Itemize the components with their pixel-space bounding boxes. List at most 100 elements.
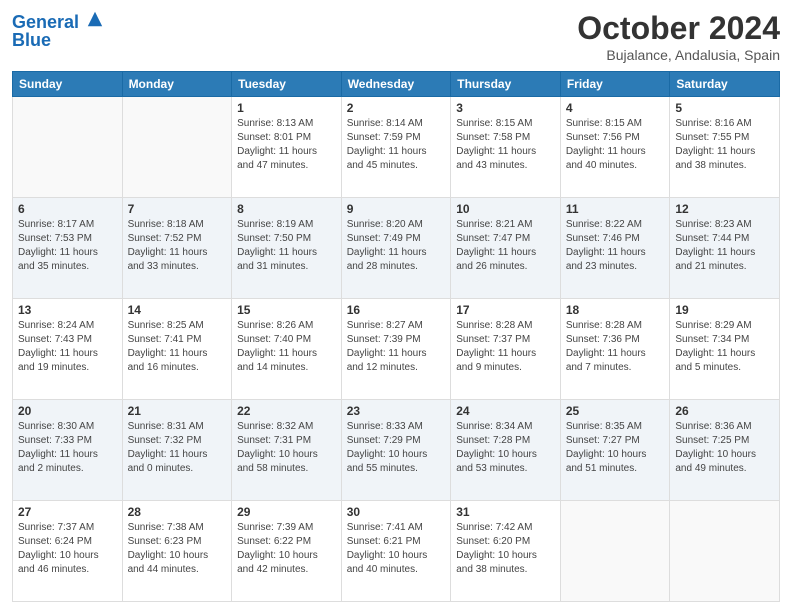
calendar-cell [122, 97, 232, 198]
day-number: 13 [18, 303, 117, 317]
day-number: 9 [347, 202, 446, 216]
day-info: Sunrise: 7:37 AM Sunset: 6:24 PM Dayligh… [18, 521, 117, 577]
calendar-cell: 1Sunrise: 8:13 AM Sunset: 8:01 PM Daylig… [232, 97, 342, 198]
calendar-cell: 30Sunrise: 7:41 AM Sunset: 6:21 PM Dayli… [341, 501, 451, 602]
day-info: Sunrise: 8:25 AM Sunset: 7:41 PM Dayligh… [128, 319, 227, 375]
day-info: Sunrise: 8:33 AM Sunset: 7:29 PM Dayligh… [347, 420, 446, 476]
day-number: 19 [675, 303, 774, 317]
week-row-4: 27 Sunrise: 7:37 AM Sunset: 6:24 PM Dayli… [13, 501, 780, 602]
day-info: Sunrise: 8:35 AM Sunset: 7:27 PM Dayligh… [566, 420, 665, 476]
day-number: 22 [237, 404, 336, 418]
day-number: 12 [675, 202, 774, 216]
weekday-header-sunday: Sunday [13, 72, 123, 97]
day-number: 25 [566, 404, 665, 418]
day-info: Sunrise: 8:34 AM Sunset: 7:28 PM Dayligh… [456, 420, 555, 476]
day-number: 8 [237, 202, 336, 216]
calendar-cell: 12 Sunrise: 8:23 AM Sunset: 7:44 PM Dayli… [670, 198, 780, 299]
calendar-cell: 19 Sunrise: 8:29 AM Sunset: 7:34 PM Dayli… [670, 299, 780, 400]
day-number: 6 [18, 202, 117, 216]
calendar-cell: 14 Sunrise: 8:25 AM Sunset: 7:41 PM Dayli… [122, 299, 232, 400]
day-info: Sunrise: 8:26 AM Sunset: 7:40 PM Dayligh… [237, 319, 336, 375]
week-row-1: 6 Sunrise: 8:17 AM Sunset: 7:53 PM Daylig… [13, 198, 780, 299]
day-info: Sunrise: 8:29 AM Sunset: 7:34 PM Dayligh… [675, 319, 774, 375]
calendar-cell [560, 501, 670, 602]
logo-icon [86, 10, 104, 28]
day-number: 1 [237, 101, 336, 115]
calendar-cell: 29 Sunrise: 7:39 AM Sunset: 6:22 PM Dayli… [232, 501, 342, 602]
day-number: 29 [237, 505, 336, 519]
calendar-cell: 21Sunrise: 8:31 AM Sunset: 7:32 PM Dayli… [122, 400, 232, 501]
day-info: Sunrise: 8:28 AM Sunset: 7:36 PM Dayligh… [566, 319, 665, 375]
day-info: Sunrise: 8:14 AM Sunset: 7:59 PM Dayligh… [347, 117, 446, 173]
title-block: October 2024 Bujalance, Andalusia, Spain [577, 10, 780, 63]
month-title: October 2024 [577, 10, 780, 47]
calendar-cell: 10 Sunrise: 8:21 AM Sunset: 7:47 PM Dayli… [451, 198, 561, 299]
calendar-cell: 23 Sunrise: 8:33 AM Sunset: 7:29 PM Dayli… [341, 400, 451, 501]
calendar-cell: 3 Sunrise: 8:15 AM Sunset: 7:58 PM Daylig… [451, 97, 561, 198]
location-title: Bujalance, Andalusia, Spain [577, 47, 780, 63]
calendar-cell: 26Sunrise: 8:36 AM Sunset: 7:25 PM Dayli… [670, 400, 780, 501]
day-info: Sunrise: 8:32 AM Sunset: 7:31 PM Dayligh… [237, 420, 336, 476]
week-row-3: 20Sunrise: 8:30 AM Sunset: 7:33 PM Dayli… [13, 400, 780, 501]
day-info: Sunrise: 8:17 AM Sunset: 7:53 PM Dayligh… [18, 218, 117, 274]
day-number: 5 [675, 101, 774, 115]
calendar-cell: 4 Sunrise: 8:15 AM Sunset: 7:56 PM Daylig… [560, 97, 670, 198]
calendar-cell: 16Sunrise: 8:27 AM Sunset: 7:39 PM Dayli… [341, 299, 451, 400]
calendar-cell: 22 Sunrise: 8:32 AM Sunset: 7:31 PM Dayli… [232, 400, 342, 501]
day-number: 16 [347, 303, 446, 317]
calendar-cell: 31Sunrise: 7:42 AM Sunset: 6:20 PM Dayli… [451, 501, 561, 602]
day-number: 3 [456, 101, 555, 115]
day-number: 2 [347, 101, 446, 115]
day-info: Sunrise: 8:20 AM Sunset: 7:49 PM Dayligh… [347, 218, 446, 274]
day-number: 27 [18, 505, 117, 519]
day-number: 4 [566, 101, 665, 115]
calendar-cell [13, 97, 123, 198]
weekday-header-friday: Friday [560, 72, 670, 97]
day-info: Sunrise: 8:23 AM Sunset: 7:44 PM Dayligh… [675, 218, 774, 274]
day-number: 30 [347, 505, 446, 519]
day-info: Sunrise: 8:22 AM Sunset: 7:46 PM Dayligh… [566, 218, 665, 274]
day-info: Sunrise: 8:16 AM Sunset: 7:55 PM Dayligh… [675, 117, 774, 173]
day-info: Sunrise: 8:15 AM Sunset: 7:58 PM Dayligh… [456, 117, 555, 173]
day-info: Sunrise: 7:39 AM Sunset: 6:22 PM Dayligh… [237, 521, 336, 577]
day-info: Sunrise: 8:15 AM Sunset: 7:56 PM Dayligh… [566, 117, 665, 173]
calendar-cell: 25 Sunrise: 8:35 AM Sunset: 7:27 PM Dayli… [560, 400, 670, 501]
day-number: 23 [347, 404, 446, 418]
week-row-2: 13 Sunrise: 8:24 AM Sunset: 7:43 PM Dayli… [13, 299, 780, 400]
day-info: Sunrise: 8:21 AM Sunset: 7:47 PM Dayligh… [456, 218, 555, 274]
logo: General Blue [12, 10, 104, 51]
header: General Blue October 2024 Bujalance, And… [12, 10, 780, 63]
day-info: Sunrise: 8:31 AM Sunset: 7:32 PM Dayligh… [128, 420, 227, 476]
day-number: 18 [566, 303, 665, 317]
calendar: SundayMondayTuesdayWednesdayThursdayFrid… [12, 71, 780, 602]
calendar-cell: 20Sunrise: 8:30 AM Sunset: 7:33 PM Dayli… [13, 400, 123, 501]
weekday-header-thursday: Thursday [451, 72, 561, 97]
calendar-cell: 13 Sunrise: 8:24 AM Sunset: 7:43 PM Dayli… [13, 299, 123, 400]
calendar-cell: 11 Sunrise: 8:22 AM Sunset: 7:46 PM Dayli… [560, 198, 670, 299]
day-info: Sunrise: 8:24 AM Sunset: 7:43 PM Dayligh… [18, 319, 117, 375]
calendar-cell: 8 Sunrise: 8:19 AM Sunset: 7:50 PM Daylig… [232, 198, 342, 299]
day-number: 14 [128, 303, 227, 317]
calendar-cell: 9 Sunrise: 8:20 AM Sunset: 7:49 PM Daylig… [341, 198, 451, 299]
day-info: Sunrise: 8:18 AM Sunset: 7:52 PM Dayligh… [128, 218, 227, 274]
weekday-header-wednesday: Wednesday [341, 72, 451, 97]
weekday-header-monday: Monday [122, 72, 232, 97]
calendar-cell: 27 Sunrise: 7:37 AM Sunset: 6:24 PM Dayli… [13, 501, 123, 602]
calendar-cell: 17 Sunrise: 8:28 AM Sunset: 7:37 PM Dayli… [451, 299, 561, 400]
weekday-header-tuesday: Tuesday [232, 72, 342, 97]
calendar-cell: 7Sunrise: 8:18 AM Sunset: 7:52 PM Daylig… [122, 198, 232, 299]
day-info: Sunrise: 7:42 AM Sunset: 6:20 PM Dayligh… [456, 521, 555, 577]
day-number: 10 [456, 202, 555, 216]
day-number: 17 [456, 303, 555, 317]
day-info: Sunrise: 8:30 AM Sunset: 7:33 PM Dayligh… [18, 420, 117, 476]
day-info: Sunrise: 7:38 AM Sunset: 6:23 PM Dayligh… [128, 521, 227, 577]
calendar-cell: 18 Sunrise: 8:28 AM Sunset: 7:36 PM Dayli… [560, 299, 670, 400]
page: General Blue October 2024 Bujalance, And… [0, 0, 792, 612]
calendar-cell: 5 Sunrise: 8:16 AM Sunset: 7:55 PM Daylig… [670, 97, 780, 198]
day-info: Sunrise: 8:28 AM Sunset: 7:37 PM Dayligh… [456, 319, 555, 375]
day-info: Sunrise: 8:19 AM Sunset: 7:50 PM Dayligh… [237, 218, 336, 274]
day-number: 11 [566, 202, 665, 216]
day-number: 24 [456, 404, 555, 418]
weekday-header-saturday: Saturday [670, 72, 780, 97]
calendar-cell [670, 501, 780, 602]
